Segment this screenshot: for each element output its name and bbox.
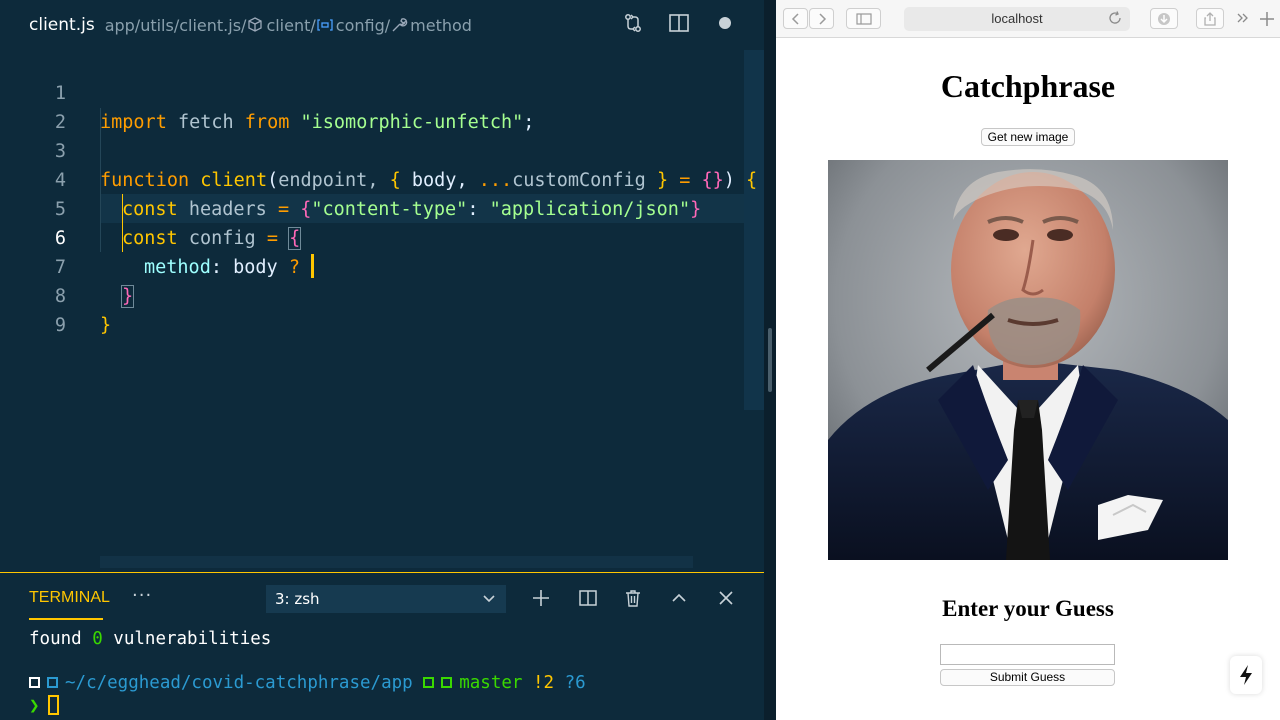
git-compare-icon[interactable]	[622, 12, 644, 34]
code-line-1: 1 import fetch from "isomorphic-unfetch"…	[0, 50, 764, 133]
terminal-prompt[interactable]: ❯	[29, 695, 59, 716]
browser-toolbar: localhost	[776, 0, 1280, 38]
breadcrumb-path[interactable]: app/utils/client.js/	[105, 16, 247, 35]
terminal-cursor	[47, 695, 59, 715]
active-file-tab[interactable]: client.js	[29, 15, 95, 35]
submit-guess-button[interactable]: Submit Guess	[940, 669, 1115, 686]
variable-braces-icon	[317, 19, 333, 31]
function-cube-icon	[248, 17, 263, 32]
terminal-toolbar: TERMINAL ··· 3: zsh	[0, 573, 764, 623]
lightning-bolt-icon[interactable]	[1230, 656, 1262, 694]
split-terminal-icon[interactable]	[577, 587, 599, 609]
guess-input[interactable]	[940, 644, 1115, 665]
divider-grip[interactable]	[768, 328, 772, 392]
code-line-9: 9	[0, 282, 764, 336]
downloads-button[interactable]	[1150, 8, 1178, 29]
terminal-prompt-info: ~/c/egghead/covid-catchphrase/app master…	[29, 673, 586, 693]
chevron-left-icon	[791, 12, 799, 25]
code-line-3: 3 function client(endpoint, { body, ...c…	[0, 108, 764, 191]
line-number: 9	[54, 315, 66, 336]
unsaved-indicator-dot[interactable]	[714, 12, 736, 34]
code-line-4: 4 const headers = {"content-type": "appl…	[0, 137, 764, 220]
page-title: Catchphrase	[940, 68, 1116, 104]
sidebar-icon	[855, 12, 872, 25]
close-icon[interactable]	[715, 587, 737, 609]
terminal-shell-select[interactable]: 3: zsh	[266, 585, 506, 613]
forward-button[interactable]	[809, 8, 834, 29]
wrench-icon	[392, 18, 408, 32]
browser-window: localhost Catchphrase Get new image Ente…	[776, 0, 1280, 720]
breadcrumb-config[interactable]: config/	[336, 16, 390, 35]
folder-icon	[47, 677, 58, 688]
guess-heading: Enter your Guess	[942, 596, 1114, 621]
url-text: localhost	[991, 11, 1043, 26]
sidebar-button[interactable]	[846, 8, 881, 29]
active-tab-indicator	[29, 618, 103, 620]
editor-actions	[622, 12, 736, 34]
code-line-2: 2	[0, 79, 764, 133]
breadcrumb-method[interactable]: method	[410, 16, 472, 35]
code-line-6: 6 method: body ?	[0, 195, 764, 278]
portrait-image	[828, 160, 1228, 560]
back-button[interactable]	[783, 8, 808, 29]
share-button[interactable]	[1196, 8, 1224, 29]
branch-icon	[441, 677, 453, 688]
tab-terminal[interactable]: TERMINAL	[29, 589, 110, 607]
chevron-right-icon	[818, 12, 826, 25]
selected-shell: 3: zsh	[275, 590, 320, 608]
address-bar[interactable]: localhost	[904, 7, 1130, 31]
plus-icon[interactable]	[530, 587, 552, 609]
more-icon[interactable]: ···	[132, 585, 152, 606]
chevron-up-icon[interactable]	[668, 587, 690, 609]
download-icon	[1158, 12, 1170, 25]
code-area[interactable]: 1 import fetch from "isomorphic-unfetch"…	[0, 50, 764, 570]
reload-icon[interactable]	[1108, 11, 1122, 25]
chevron-down-icon	[483, 595, 495, 603]
code-line-8: 8 }	[0, 253, 764, 336]
share-icon	[1204, 11, 1216, 26]
code-line-7: 7 }	[0, 224, 764, 308]
split-editor-icon[interactable]	[668, 12, 690, 34]
web-page: Catchphrase Get new image Enter your Gue…	[776, 38, 1280, 720]
terminal-line: found 0 vulnerabilities	[29, 629, 272, 649]
breadcrumb-client[interactable]: client/	[266, 16, 315, 35]
horizontal-scrollbar[interactable]	[100, 556, 693, 568]
get-new-image-button[interactable]: Get new image	[981, 128, 1075, 146]
terminal-panel[interactable]: TERMINAL ··· 3: zsh found 0 vulnerabilit…	[0, 572, 764, 720]
new-tab-icon[interactable]	[1258, 10, 1276, 28]
overflow-chevron-icon[interactable]	[1236, 10, 1250, 26]
code-line-5: 5 const config = {	[0, 166, 764, 250]
git-icon	[423, 677, 435, 688]
trash-icon[interactable]	[622, 587, 644, 609]
os-icon	[29, 677, 40, 688]
